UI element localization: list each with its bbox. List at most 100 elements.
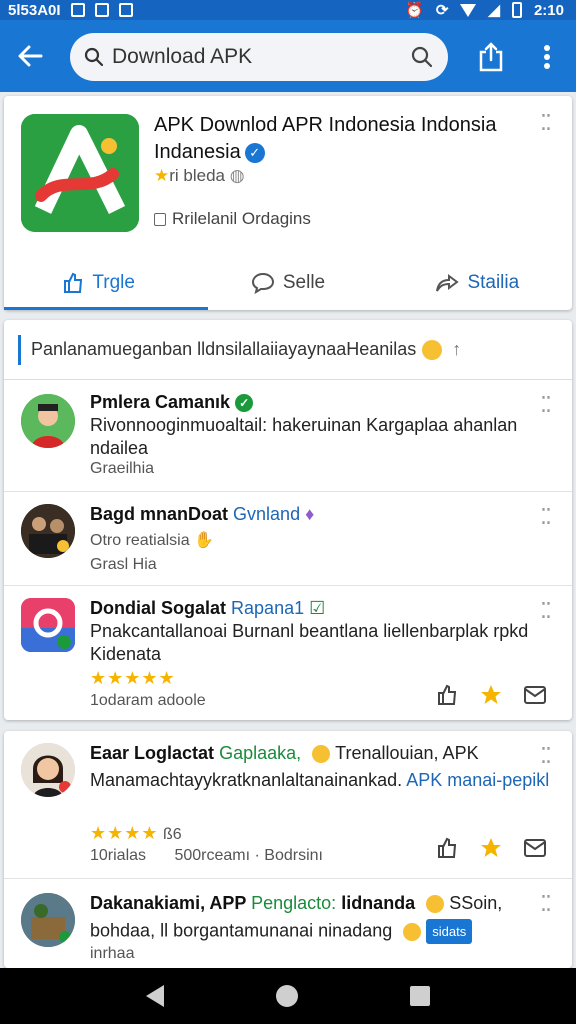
share-arrow-icon: [436, 274, 460, 292]
avatar: [21, 743, 75, 797]
like-button[interactable]: [434, 835, 460, 861]
item-actions: [434, 682, 548, 708]
overflow-menu-button[interactable]: [532, 40, 562, 74]
item-author: Dakanakiami, APP Penglacto: lidnanda SSo…: [90, 893, 502, 914]
item-author: Bagd mnanDoat Gvnland ♦: [90, 504, 314, 525]
mail-icon: [94, 3, 109, 17]
status-carrier-text: 5l53A0I: [8, 1, 61, 19]
tab-stailia[interactable]: Stailia: [383, 256, 572, 310]
item-actions: [434, 835, 548, 861]
list-item[interactable]: Pmlera Camanık ✓ ⁚⁚ Rivonnooginmuoaltail…: [4, 380, 572, 492]
avatar: [21, 394, 75, 448]
message-button[interactable]: [522, 835, 548, 861]
alarm-icon: ⏰: [405, 2, 424, 19]
verified-badge-icon: ✓: [244, 142, 265, 163]
item-chip[interactable]: sidats: [426, 919, 473, 944]
item-more-icon[interactable]: ⁚⁚: [540, 394, 552, 416]
hand-icon: ✋: [194, 532, 214, 549]
app-tabs: Trgle Selle Stailia: [4, 256, 572, 310]
sync-icon: ⟳: [435, 2, 449, 19]
search-input[interactable]: [112, 45, 410, 69]
back-button[interactable]: [0, 20, 60, 92]
item-meta: 1odaram adoole: [90, 692, 206, 709]
item-meta: Graeilhia: [90, 460, 155, 477]
item-meta: 10rialas 500rceamı · Bodrsinı: [90, 847, 323, 865]
item-text: Pnakcantallanoai Burnanl beantlana liell…: [90, 621, 529, 664]
item-author-suffix: Trenallouian, APK: [335, 743, 479, 763]
more-vert-icon: [544, 45, 550, 69]
tab-selle-label: Selle: [282, 272, 326, 293]
nav-home-icon[interactable]: [276, 985, 298, 1007]
item-author-highlight: Penglacto:: [251, 893, 337, 913]
rating-count: ß6: [163, 826, 182, 843]
emoji-icon: [312, 745, 331, 764]
item-rating: ★★★★ ß6: [90, 823, 182, 844]
item-rating: ★★★★★: [90, 668, 176, 689]
item-meta-text-2: 500rceamı · Bodrsinı: [174, 847, 323, 864]
share-button[interactable]: [474, 40, 508, 74]
search-submit-icon[interactable]: [410, 45, 434, 69]
list-header-text: Panlanamueganban lldnsilallaiiayaynaaHea…: [31, 339, 417, 359]
share-icon: [479, 42, 503, 72]
globe-icon: ◍: [229, 166, 245, 185]
app-card-more-icon[interactable]: ⁚⁚: [540, 112, 552, 134]
app-logo: [21, 114, 139, 232]
tab-selle[interactable]: Selle: [193, 256, 382, 310]
app-rating: ★ri bleda ◍: [154, 166, 245, 186]
avatar-person-icon: [21, 394, 75, 448]
item-author-tail: SSoin,: [449, 893, 503, 913]
item-author-suffix: lidnanda: [341, 893, 416, 913]
app-subtitle: Rrilelanil Ordagins: [154, 209, 311, 229]
battery-icon: [511, 2, 522, 18]
system-nav-bar: [0, 968, 576, 1024]
item-more-icon[interactable]: ⁚⁚: [540, 506, 552, 528]
item-more-icon[interactable]: ⁚⁚: [540, 745, 552, 767]
app-title-line1: APK Downlod APR Indonesia Indonsia: [154, 114, 497, 136]
item-author-name: Dondial Sogalat: [90, 598, 227, 618]
emoji-icon: [426, 895, 445, 914]
favorite-button[interactable]: [478, 835, 504, 861]
app-subtitle-text: Rrilelanil Ordagins: [172, 209, 311, 228]
message-button[interactable]: [522, 682, 548, 708]
status-bar: 5l53A0I ⏰ ⟳ ◢ 2:10: [0, 0, 576, 20]
avatar: [21, 598, 75, 652]
item-author-highlight: Gvnland: [233, 504, 301, 524]
nav-recents-icon[interactable]: [410, 986, 430, 1006]
wifi-icon: [460, 3, 477, 17]
item-author: Dondial Sogalat Rapana1 ☑: [90, 598, 325, 619]
tab-trgle[interactable]: Trgle: [4, 256, 193, 310]
item-text-link[interactable]: APK manai-pepikl: [406, 770, 549, 790]
search-icon: [84, 47, 104, 67]
like-button[interactable]: [434, 682, 460, 708]
list-item[interactable]: Eaar Loglactat Gaplaaka, Trenallouian, A…: [4, 731, 572, 879]
item-text: Manamachtayykratknanlaltanainankad. APK …: [90, 769, 550, 792]
info-icon: [154, 212, 166, 226]
review-list-card: Panlanamueganban lldnsilallaiiayaynaaHea…: [4, 320, 572, 720]
app-rating-text: ri bleda: [169, 166, 226, 185]
active-tab-indicator: [4, 307, 208, 310]
app-title-line2: Indanesia: [154, 141, 241, 163]
list-item[interactable]: Bagd mnanDoat Gvnland ♦ ⁚⁚ Otro reatials…: [4, 492, 572, 586]
item-text: Rivonnooginmuoaltail: hakeruinan Kargapl…: [90, 415, 518, 458]
rating-stars: ★★★★: [90, 823, 159, 843]
status-time: 2:10: [533, 1, 564, 19]
item-more-icon[interactable]: ⁚⁚: [540, 893, 552, 915]
arrow-left-icon: [18, 45, 43, 67]
smile-emoji-icon: [422, 339, 443, 360]
item-author-name: Bagd mnanDoat: [90, 504, 229, 524]
nav-back-icon[interactable]: [146, 985, 164, 1007]
tab-stailia-label: Stailia: [467, 272, 520, 293]
item-meta-2: Grasl Hia: [90, 556, 157, 573]
signal-icon: ◢: [488, 2, 500, 19]
expand-icon[interactable]: ↑: [452, 339, 461, 360]
thumb-up-icon: [438, 837, 457, 858]
flame-icon: ♦: [305, 504, 315, 524]
favorite-button[interactable]: [478, 682, 504, 708]
item-more-icon[interactable]: ⁚⁚: [540, 600, 552, 622]
mail-icon: [524, 839, 546, 857]
item-meta: inrhaa: [90, 945, 135, 962]
star-icon: ★: [154, 166, 170, 185]
list-item[interactable]: Dakanakiami, APP Penglacto: lidnanda SSo…: [4, 879, 572, 968]
search-bar[interactable]: [70, 33, 448, 81]
list-item[interactable]: Dondial Sogalat Rapana1 ☑ ⁚⁚ Pnakcantall…: [4, 586, 572, 720]
